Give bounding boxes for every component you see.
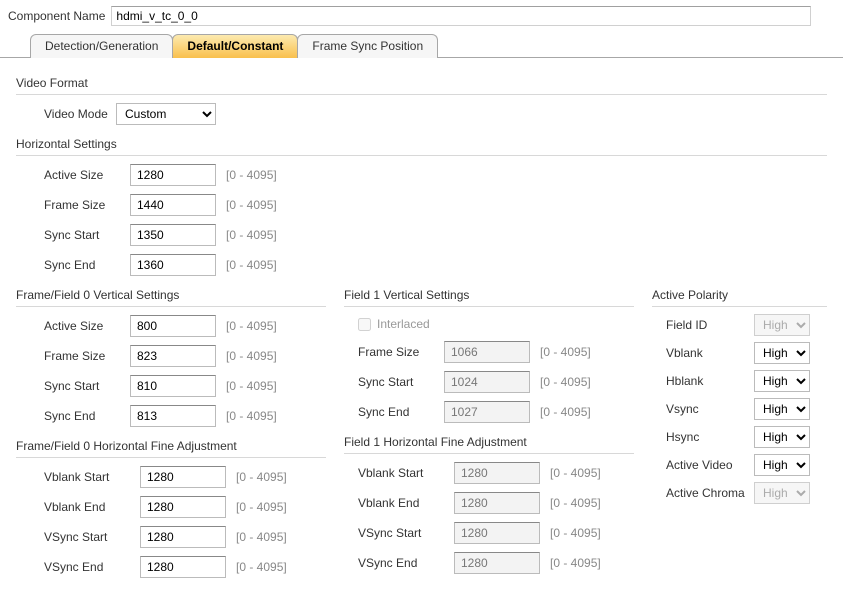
tab-bar: Detection/Generation Default/Constant Fr… (30, 34, 843, 58)
f1v-sync-start-input (444, 371, 530, 393)
h-frame-size-input[interactable] (130, 194, 216, 216)
polarity-active-chroma-select: High (754, 482, 810, 504)
h-sync-end-label: Sync End (44, 258, 130, 272)
f0v-frame-size-input[interactable] (130, 345, 216, 367)
f0h-vblank-end-label: Vblank End (44, 500, 140, 514)
f1h-vsync-end-label: VSync End (358, 556, 454, 570)
f1h-vsync-start-label: VSync Start (358, 526, 454, 540)
polarity-hsync-label: Hsync (666, 430, 754, 444)
f0v-sync-end-label: Sync End (44, 409, 130, 423)
polarity-hblank-select[interactable]: High (754, 370, 810, 392)
range-hint: [0 - 4095] (226, 379, 277, 393)
f0h-vsync-start-label: VSync Start (44, 530, 140, 544)
range-hint: [0 - 4095] (226, 258, 277, 272)
f0h-vblank-start-input[interactable] (140, 466, 226, 488)
f0h-vblank-start-label: Vblank Start (44, 470, 140, 484)
polarity-active-video-label: Active Video (666, 458, 754, 472)
tab-detection-generation[interactable]: Detection/Generation (30, 34, 173, 58)
f0v-sync-end-input[interactable] (130, 405, 216, 427)
field1-vertical-title: Field 1 Vertical Settings (344, 288, 634, 307)
f0v-sync-start-label: Sync Start (44, 379, 130, 393)
range-hint: [0 - 4095] (550, 526, 601, 540)
h-frame-size-label: Frame Size (44, 198, 130, 212)
f0h-vsync-start-input[interactable] (140, 526, 226, 548)
f0h-vblank-end-input[interactable] (140, 496, 226, 518)
polarity-hblank-label: Hblank (666, 374, 754, 388)
field1-vertical-section: Field 1 Vertical Settings Interlaced Fra… (344, 288, 634, 427)
f1v-frame-size-label: Frame Size (358, 345, 444, 359)
polarity-vsync-select[interactable]: High (754, 398, 810, 420)
range-hint: [0 - 4095] (550, 466, 601, 480)
f0h-vsync-end-label: VSync End (44, 560, 140, 574)
horizontal-settings-title: Horizontal Settings (16, 137, 827, 156)
h-sync-start-label: Sync Start (44, 228, 130, 242)
h-active-size-input[interactable] (130, 164, 216, 186)
range-hint: [0 - 4095] (226, 198, 277, 212)
h-sync-start-input[interactable] (130, 224, 216, 246)
f0v-sync-start-input[interactable] (130, 375, 216, 397)
range-hint: [0 - 4095] (236, 530, 287, 544)
range-hint: [0 - 4095] (540, 375, 591, 389)
f0h-vsync-end-input[interactable] (140, 556, 226, 578)
video-format-section: Video Format Video Mode Custom (16, 76, 827, 129)
field0-vertical-section: Frame/Field 0 Vertical Settings Active S… (16, 288, 326, 431)
f0v-active-size-input[interactable] (130, 315, 216, 337)
video-mode-select[interactable]: Custom (116, 103, 216, 125)
range-hint: [0 - 4095] (550, 496, 601, 510)
range-hint: [0 - 4095] (226, 319, 277, 333)
range-hint: [0 - 4095] (226, 409, 277, 423)
range-hint: [0 - 4095] (236, 470, 287, 484)
component-name-input[interactable] (111, 6, 811, 26)
range-hint: [0 - 4095] (226, 168, 277, 182)
video-format-title: Video Format (16, 76, 827, 95)
range-hint: [0 - 4095] (226, 228, 277, 242)
f0v-active-size-label: Active Size (44, 319, 130, 333)
interlaced-checkbox (358, 318, 371, 331)
range-hint: [0 - 4095] (550, 556, 601, 570)
range-hint: [0 - 4095] (236, 500, 287, 514)
f1h-vblank-end-input (454, 492, 540, 514)
f1h-vblank-start-input (454, 462, 540, 484)
range-hint: [0 - 4095] (540, 345, 591, 359)
polarity-hsync-select[interactable]: High (754, 426, 810, 448)
h-active-size-label: Active Size (44, 168, 130, 182)
f1v-sync-end-label: Sync End (358, 405, 444, 419)
f1h-vblank-start-label: Vblank Start (358, 466, 454, 480)
f1v-frame-size-input (444, 341, 530, 363)
tab-default-constant[interactable]: Default/Constant (172, 34, 298, 58)
f1h-vblank-end-label: Vblank End (358, 496, 454, 510)
range-hint: [0 - 4095] (236, 560, 287, 574)
f1v-sync-start-label: Sync Start (358, 375, 444, 389)
horizontal-settings-section: Horizontal Settings Active Size [0 - 409… (16, 137, 827, 280)
field1-horizontal-fine-title: Field 1 Horizontal Fine Adjustment (344, 435, 634, 454)
h-sync-end-input[interactable] (130, 254, 216, 276)
f1h-vsync-end-input (454, 552, 540, 574)
tab-frame-sync-position[interactable]: Frame Sync Position (297, 34, 438, 58)
component-name-label: Component Name (8, 9, 105, 23)
field0-horizontal-fine-title: Frame/Field 0 Horizontal Fine Adjustment (16, 439, 326, 458)
active-polarity-title: Active Polarity (652, 288, 827, 307)
polarity-active-chroma-label: Active Chroma (666, 486, 754, 500)
polarity-field-id-label: Field ID (666, 318, 754, 332)
polarity-field-id-select: High (754, 314, 810, 336)
polarity-active-video-select[interactable]: High (754, 454, 810, 476)
field0-horizontal-fine-section: Frame/Field 0 Horizontal Fine Adjustment… (16, 439, 326, 582)
range-hint: [0 - 4095] (540, 405, 591, 419)
polarity-vsync-label: Vsync (666, 402, 754, 416)
f1v-sync-end-input (444, 401, 530, 423)
video-mode-label: Video Mode (44, 107, 116, 121)
polarity-vblank-select[interactable]: High (754, 342, 810, 364)
f1h-vsync-start-input (454, 522, 540, 544)
polarity-vblank-label: Vblank (666, 346, 754, 360)
interlaced-label: Interlaced (377, 317, 430, 331)
field1-horizontal-fine-section: Field 1 Horizontal Fine Adjustment Vblan… (344, 435, 634, 578)
active-polarity-section: Active Polarity Field ID High Vblank Hig… (652, 288, 827, 507)
f0v-frame-size-label: Frame Size (44, 349, 130, 363)
field0-vertical-title: Frame/Field 0 Vertical Settings (16, 288, 326, 307)
range-hint: [0 - 4095] (226, 349, 277, 363)
